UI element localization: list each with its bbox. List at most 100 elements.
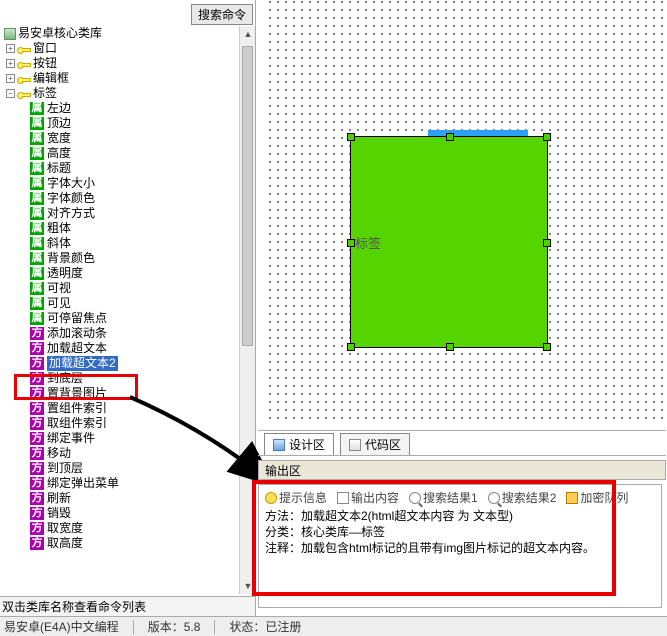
method-icon: 方 (30, 522, 44, 535)
attr-icon: 属 (30, 222, 44, 235)
resize-handle[interactable] (347, 239, 355, 247)
tree-method[interactable]: 方取高度 (4, 536, 240, 551)
resize-handle[interactable] (446, 343, 454, 351)
editor-tabs: 设计区 代码区 (258, 430, 666, 456)
tree-node[interactable]: +按钮 (4, 56, 240, 71)
method-icon: 方 (30, 462, 44, 475)
label-widget[interactable]: 标签 (350, 136, 548, 348)
tree-method[interactable]: 方绑定事件 (4, 431, 240, 446)
attr-icon: 属 (30, 117, 44, 130)
tab-design[interactable]: 设计区 (264, 433, 334, 455)
scroll-down-icon[interactable]: ▼ (240, 578, 256, 594)
scroll-thumb[interactable] (242, 46, 253, 346)
resize-handle[interactable] (543, 239, 551, 247)
attr-icon: 属 (30, 132, 44, 145)
tab-code[interactable]: 代码区 (340, 433, 410, 455)
scroll-up-icon[interactable]: ▲ (240, 26, 256, 42)
tree-method[interactable]: 方销毁 (4, 506, 240, 521)
output-icon (337, 492, 349, 504)
out-tab-hint[interactable]: 提示信息 (265, 489, 327, 506)
out-tab-encrypt[interactable]: 加密队列 (566, 489, 628, 506)
class-library-panel: 搜索命令 易安卓核心类库 +窗口 +按钮 +编辑框 −标签 属左边 属顶边 属宽… (0, 0, 256, 616)
tree-root: 易安卓核心类库 +窗口 +按钮 +编辑框 −标签 属左边 属顶边 属宽度 属高度… (0, 26, 240, 551)
method-icon: 方 (30, 342, 44, 355)
tree-prop[interactable]: 属可停留焦点 (4, 311, 240, 326)
design-area: 标签 (258, 0, 667, 420)
tree-method[interactable]: 方移动 (4, 446, 240, 461)
library-icon (4, 28, 16, 40)
expand-icon[interactable]: + (6, 74, 15, 83)
tree-method[interactable]: 方到底层 (4, 371, 240, 386)
out-tab-result1[interactable]: 搜索结果1 (409, 489, 478, 506)
resize-handle[interactable] (543, 343, 551, 351)
method-icon: 方 (30, 537, 44, 550)
resize-handle[interactable] (347, 343, 355, 351)
attr-icon: 属 (30, 102, 44, 115)
method-icon: 方 (30, 357, 44, 370)
tree-method[interactable]: 方刷新 (4, 491, 240, 506)
tree-prop[interactable]: 属顶边 (4, 116, 240, 131)
tree-method-selected[interactable]: 方加载超文本2 (4, 356, 240, 371)
resize-handle[interactable] (347, 133, 355, 141)
search-command-button[interactable]: 搜索命令 (191, 4, 253, 25)
tree-method[interactable]: 方绑定弹出菜单 (4, 476, 240, 491)
status-state: 状态：已注册 (229, 618, 301, 635)
tree-prop[interactable]: 属可视 (4, 281, 240, 296)
tree-prop[interactable]: 属宽度 (4, 131, 240, 146)
search-icon (488, 492, 500, 504)
tree-prop[interactable]: 属粗体 (4, 221, 240, 236)
output-line: 分类：核心类库—标签 (265, 524, 655, 540)
output-panel: 提示信息 输出内容 搜索结果1 搜索结果2 加密队列 方法：加载超文本2(htm… (258, 484, 662, 608)
tree-node[interactable]: −标签 (4, 86, 240, 101)
status-bar: 易安卓(E4A)中文编程 版本：5.8 状态：已注册 (0, 616, 667, 636)
method-icon: 方 (30, 402, 44, 415)
tree-prop[interactable]: 属字体颜色 (4, 191, 240, 206)
tree-prop[interactable]: 属字体大小 (4, 176, 240, 191)
status-version: 版本：5.8 (148, 618, 201, 635)
collapse-icon[interactable]: − (6, 89, 15, 98)
tree-prop[interactable]: 属对齐方式 (4, 206, 240, 221)
tree-footer-hint: 双击类库名称查看命令列表 (0, 596, 255, 616)
attr-icon: 属 (30, 147, 44, 160)
method-icon: 方 (30, 447, 44, 460)
tree-prop[interactable]: 属背景颜色 (4, 251, 240, 266)
tree-prop[interactable]: 属标题 (4, 161, 240, 176)
class-tree[interactable]: 易安卓核心类库 +窗口 +按钮 +编辑框 −标签 属左边 属顶边 属宽度 属高度… (0, 26, 240, 594)
tree-prop[interactable]: 属左边 (4, 101, 240, 116)
tree-prop[interactable]: 属可见 (4, 296, 240, 311)
key-icon (17, 74, 31, 84)
key-icon (17, 44, 31, 54)
tree-node[interactable]: +窗口 (4, 41, 240, 56)
tree-method[interactable]: 方置组件索引 (4, 401, 240, 416)
method-icon: 方 (30, 387, 44, 400)
output-tabs: 提示信息 输出内容 搜索结果1 搜索结果2 加密队列 (265, 489, 655, 506)
divider (214, 620, 215, 634)
tree-library-root[interactable]: 易安卓核心类库 (4, 26, 240, 41)
method-icon: 方 (30, 327, 44, 340)
tree-method[interactable]: 方添加滚动条 (4, 326, 240, 341)
tree-scrollbar[interactable]: ▲ ▼ (239, 26, 255, 594)
attr-icon: 属 (30, 177, 44, 190)
output-line: 注释：加载包含html标记的且带有img图片标记的超文本内容。 (265, 540, 655, 556)
tree-prop[interactable]: 属透明度 (4, 266, 240, 281)
tree-method[interactable]: 方取宽度 (4, 521, 240, 536)
resize-handle[interactable] (543, 133, 551, 141)
tree-method[interactable]: 方加载超文本 (4, 341, 240, 356)
expand-icon[interactable]: + (6, 59, 15, 68)
key-icon (17, 89, 31, 99)
attr-icon: 属 (30, 237, 44, 250)
tree-prop[interactable]: 属高度 (4, 146, 240, 161)
out-tab-content[interactable]: 输出内容 (337, 489, 399, 506)
tree-node[interactable]: +编辑框 (4, 71, 240, 86)
method-icon: 方 (30, 507, 44, 520)
tree-method[interactable]: 方到顶层 (4, 461, 240, 476)
out-tab-result2[interactable]: 搜索结果2 (488, 489, 557, 506)
output-header: 输出区 (258, 460, 666, 480)
tree-method[interactable]: 方取组件索引 (4, 416, 240, 431)
tree-prop[interactable]: 属斜体 (4, 236, 240, 251)
expand-icon[interactable]: + (6, 44, 15, 53)
attr-icon: 属 (30, 162, 44, 175)
tree-method[interactable]: 方置背景图片 (4, 386, 240, 401)
resize-handle[interactable] (446, 133, 454, 141)
form-canvas[interactable]: 标签 (268, 0, 667, 420)
